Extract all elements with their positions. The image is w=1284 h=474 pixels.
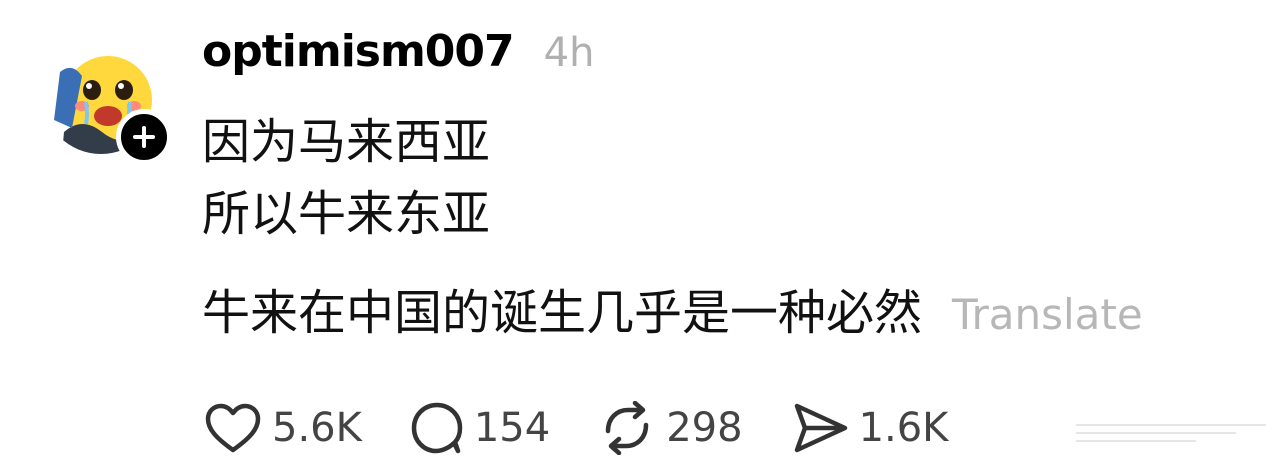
reply-count: 154	[473, 405, 551, 451]
repost-icon	[605, 401, 649, 455]
like-count: 5.6K	[272, 405, 362, 451]
reply-button[interactable]: 154	[410, 401, 550, 455]
post-text-line-3-container: 牛来在中国的诞生几乎是一种必然 Translate	[202, 283, 1143, 345]
plus-icon	[133, 126, 155, 148]
avatar-container	[42, 36, 172, 165]
post-text-line-2: 所以牛来东亚	[202, 186, 491, 242]
username-link[interactable]: optimism007	[202, 26, 515, 77]
translate-button[interactable]: Translate	[952, 290, 1143, 339]
action-bar: 5.6K 154 298 1.6K	[204, 396, 996, 460]
post-text-line-1: 因为马来西亚	[202, 114, 491, 170]
repost-count: 298	[666, 405, 743, 451]
repost-button[interactable]: 298	[598, 401, 743, 455]
send-icon	[794, 403, 847, 453]
follow-button[interactable]	[116, 109, 172, 165]
comment-icon	[411, 402, 463, 454]
share-count: 1.6K	[858, 405, 949, 451]
post-text-line-3: 牛来在中国的诞生几乎是一种必然	[202, 285, 923, 341]
post-header: optimism007 4h	[202, 26, 594, 77]
like-button[interactable]: 5.6K	[204, 402, 362, 454]
watermark-overlay	[1046, 414, 1276, 450]
post-timestamp[interactable]: 4h	[544, 30, 595, 76]
heart-icon	[205, 403, 261, 453]
share-button[interactable]: 1.6K	[791, 402, 949, 454]
